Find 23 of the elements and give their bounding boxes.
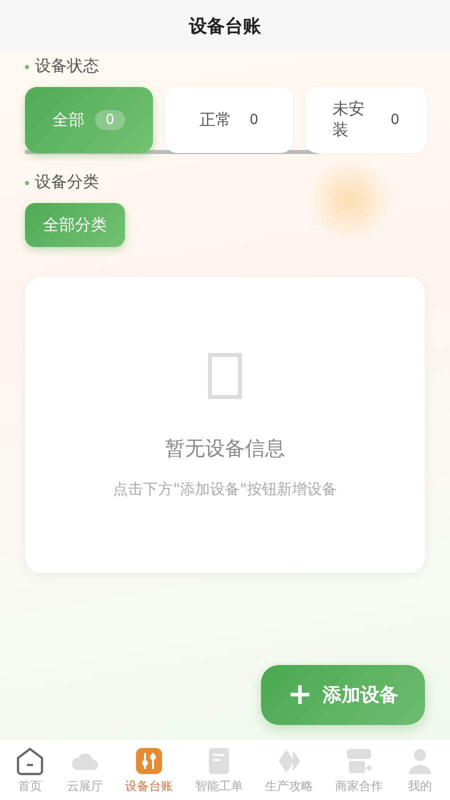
empty-title: 暂无设备信息 xyxy=(165,435,285,462)
tab-item[interactable]: 生产攻略 xyxy=(265,740,313,800)
category-chip[interactable]: 全部分类 xyxy=(25,203,125,247)
house-icon xyxy=(15,746,45,776)
bullet-dot xyxy=(25,180,29,184)
tab-item[interactable]: 商家合作 xyxy=(335,740,383,800)
tab-item[interactable]: 云展厅 xyxy=(67,740,103,800)
empty-hint: 点击下方"添加设备"按钮新增设备 xyxy=(113,480,337,499)
tab-item[interactable]: 智能工单 xyxy=(195,740,243,800)
section-label: 设备分类 xyxy=(35,172,99,193)
tab-item[interactable]: 我的 xyxy=(405,740,435,800)
tab-item[interactable]: 设备台账 xyxy=(125,740,173,800)
bullet-dot xyxy=(25,64,29,68)
sliders-icon xyxy=(134,746,164,776)
page-title: 设备台账 xyxy=(189,15,261,38)
store-icon xyxy=(344,746,374,776)
tab-item[interactable]: 首页 xyxy=(15,740,45,800)
status-chip[interactable]: 全部 0 xyxy=(25,87,153,153)
add-device-button[interactable]: + 添加设备 xyxy=(261,665,425,725)
placeholder-icon xyxy=(208,353,242,399)
section-label: 设备状态 xyxy=(35,56,99,77)
status-chip[interactable]: 正常 0 xyxy=(165,87,293,153)
status-chip[interactable]: 未安装 0 xyxy=(305,87,427,153)
